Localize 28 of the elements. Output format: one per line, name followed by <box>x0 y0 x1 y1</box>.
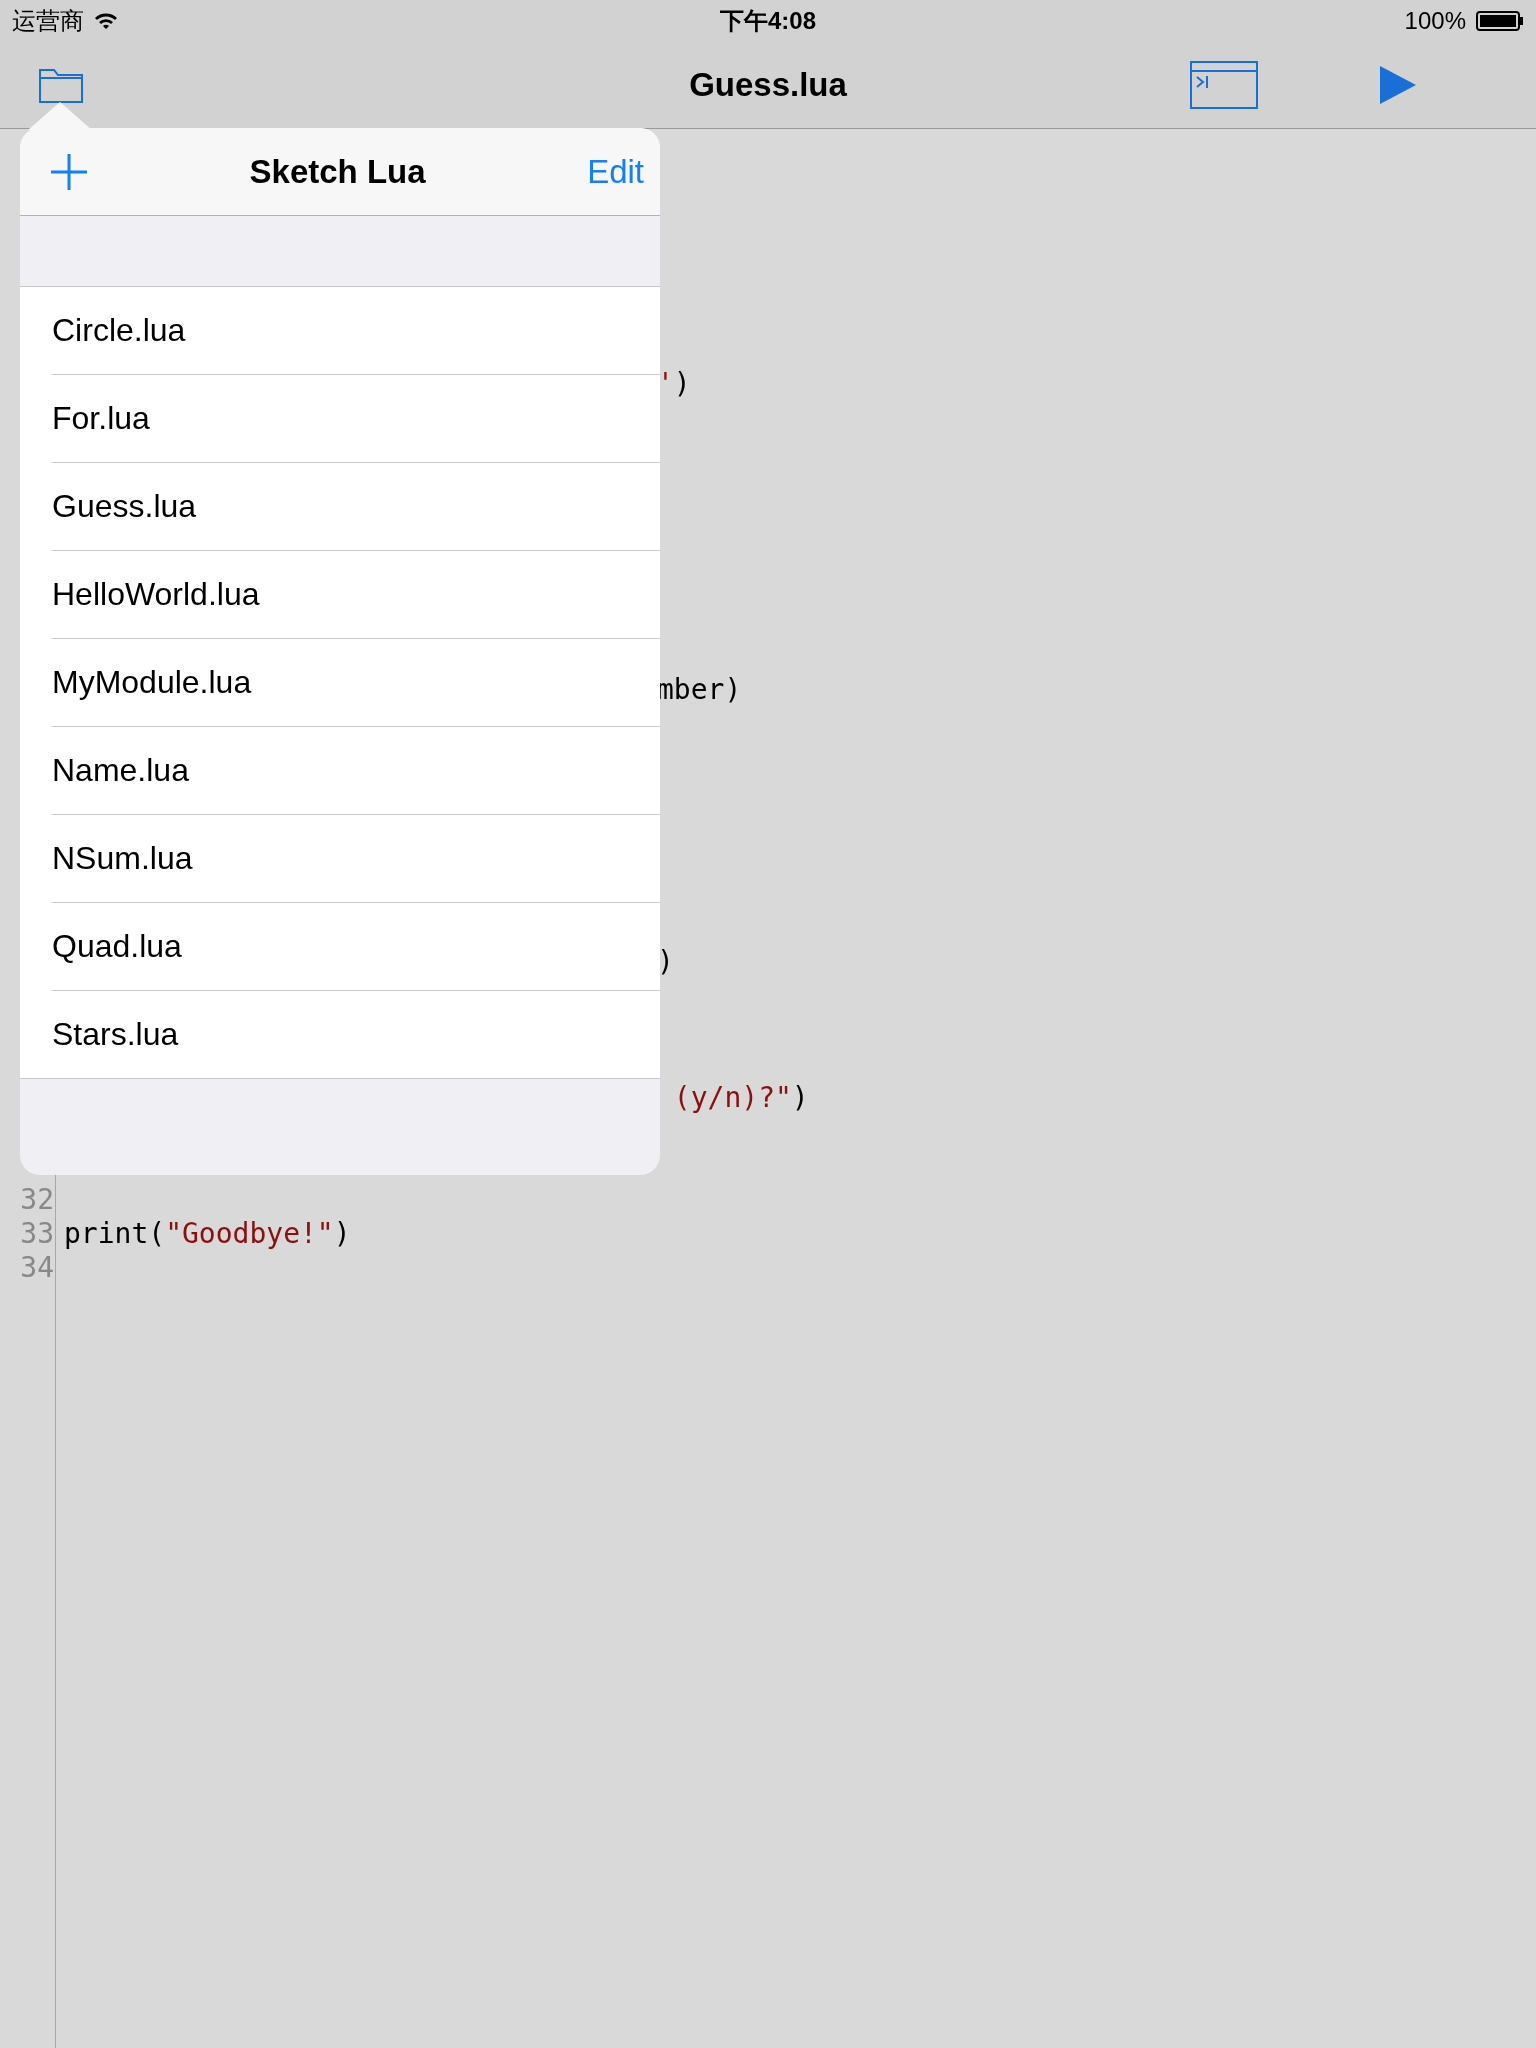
wifi-icon <box>94 12 118 30</box>
edit-button[interactable]: Edit <box>587 152 644 191</box>
console-icon[interactable] <box>1190 61 1258 109</box>
file-item[interactable]: NSum.lua <box>52 815 660 903</box>
code-line: ) <box>657 945 674 979</box>
code-line: (y/n)?") <box>672 1081 809 1115</box>
file-item[interactable]: For.lua <box>52 375 660 463</box>
popover-title: Sketch Lua <box>248 152 427 191</box>
file-item[interactable]: Circle.lua <box>52 287 660 375</box>
carrier-label: 运营商 <box>12 6 84 36</box>
file-item[interactable]: Guess.lua <box>52 463 660 551</box>
play-icon[interactable] <box>1380 66 1416 104</box>
line-number: 33 <box>20 1217 54 1250</box>
time-label: 下午4:08 <box>719 6 816 36</box>
code-line: ') <box>657 367 691 401</box>
battery-icon <box>1476 11 1524 31</box>
file-item[interactable]: Name.lua <box>52 727 660 815</box>
add-icon[interactable] <box>50 152 88 191</box>
line-number: 34 <box>20 1251 54 1284</box>
file-item[interactable]: Quad.lua <box>52 903 660 991</box>
battery-label: 100% <box>1404 7 1466 35</box>
file-item[interactable]: MyModule.lua <box>52 639 660 727</box>
line-number: 32 <box>20 1183 54 1216</box>
file-item[interactable]: HelloWorld.lua <box>52 551 660 639</box>
file-title: Guess.lua <box>688 66 848 104</box>
code-line: print("Goodbye!") <box>64 1217 351 1251</box>
folder-icon[interactable] <box>38 66 84 104</box>
file-item[interactable]: Stars.lua <box>52 991 660 1078</box>
